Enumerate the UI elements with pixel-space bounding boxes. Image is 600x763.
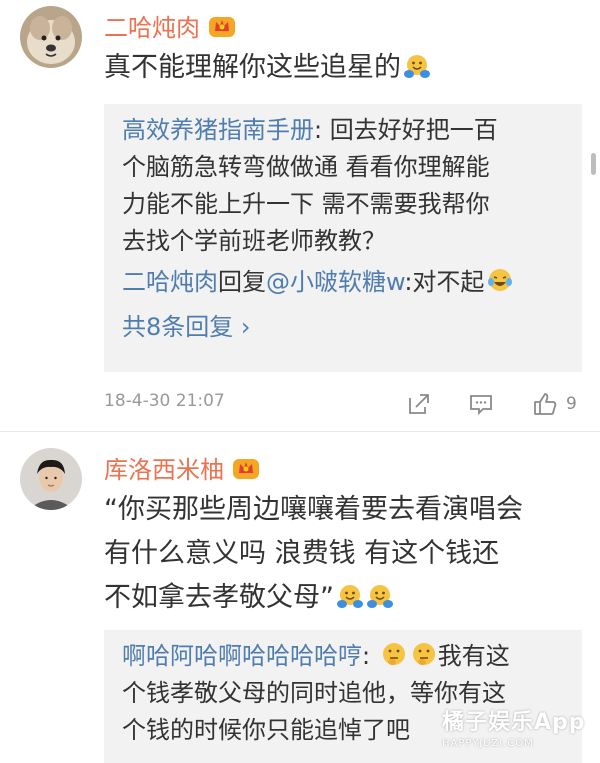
reply-author-link[interactable]: 高效养猪指南手册: [122, 116, 314, 144]
comment-text-line: “你买那些周边嚷嚷着要去看演唱会: [104, 494, 523, 525]
reply-author-link[interactable]: 啊哈阿哈啊哈哈哈哈哼: [122, 642, 362, 670]
more-replies-link[interactable]: 共8条回复 ›: [122, 307, 566, 342]
person-avatar-icon: [20, 448, 82, 510]
thinking-emoji: [410, 640, 438, 668]
comment-text: “你买那些周边嚷嚷着要去看演唱会 有什么意义吗 浪费钱 有这个钱还 不如拿去孝敬…: [104, 488, 584, 620]
comment-meta: 18-4-30 21:07 9: [104, 389, 582, 419]
avatar[interactable]: [20, 6, 82, 68]
vip-crown-icon: [208, 13, 236, 39]
comment-icon: [470, 395, 492, 416]
username[interactable]: 库洛西米柚: [104, 450, 260, 485]
laughing-crying-emoji: [486, 266, 514, 294]
reply-author-link[interactable]: 二哈炖肉: [122, 268, 218, 296]
scrollbar[interactable]: [591, 153, 596, 175]
watermark-title: 橘子娱乐App: [442, 710, 586, 735]
comment-text-line: 有什么意义吗 浪费钱 有这个钱还: [104, 538, 500, 569]
dog-avatar-icon: [20, 6, 82, 68]
like-count: 9: [566, 394, 577, 414]
reply-content: 高效养猪指南手册: 回去好好把一百 个脑筋急转弯做做通 看看你理解能 力能不能上…: [122, 112, 566, 260]
thinking-emoji: [380, 640, 408, 668]
hugging-emoji: [366, 580, 394, 608]
reply-text-line: 个脑筋急转弯做做通 看看你理解能: [122, 153, 490, 181]
reply-text-line: 个钱的时候你只能追悼了吧: [122, 716, 410, 744]
nested-reply: 二哈炖肉回复@小啵软糖w:对不起: [122, 264, 566, 301]
hugging-emoji: [403, 50, 431, 78]
comment-text-line: 不如拿去孝敬父母”: [104, 582, 334, 613]
reply-target-link[interactable]: @小啵软糖w: [266, 268, 404, 296]
reply-text-line: 去找个学前班老师教教？: [122, 227, 386, 255]
reply-text-line: : 回去好好把一百: [314, 116, 498, 144]
username-text[interactable]: 二哈炖肉: [104, 8, 200, 43]
comment-text: 真不能理解你这些追星的: [104, 46, 584, 90]
watermark: 橘子娱乐App HAPPYJUZI.COM: [442, 704, 592, 760]
reply-verb: 回复: [218, 268, 266, 296]
timestamp: 18-4-30 21:07: [104, 391, 225, 411]
reply-text-line: 力能不能上升一下 需不需要我帮你: [122, 190, 490, 218]
comment-button[interactable]: [468, 389, 494, 419]
comment-text-content: 真不能理解你这些追星的: [104, 52, 401, 83]
comment-item: 二哈炖肉 真不能理解你这些追星的 高效养猪指南手册: 回去好好把一百 个脑筋急转…: [0, 0, 600, 430]
like-button[interactable]: 9: [532, 389, 577, 419]
reply-box[interactable]: 高效养猪指南手册: 回去好好把一百 个脑筋急转弯做做通 看看你理解能 力能不能上…: [104, 104, 582, 372]
reply-text-line: 个钱孝敬父母的同时追他，等你有这: [122, 679, 506, 707]
share-button[interactable]: [406, 389, 432, 419]
like-icon: [534, 393, 557, 415]
reply-text: :对不起: [404, 268, 485, 296]
username[interactable]: 二哈炖肉: [104, 8, 236, 43]
vip-crown-icon: [232, 455, 260, 481]
hugging-emoji: [336, 580, 364, 608]
share-icon: [409, 394, 429, 414]
reply-text-line: 我有这: [437, 642, 510, 670]
watermark-subtitle: HAPPYJUZI.COM: [442, 738, 534, 749]
avatar[interactable]: [20, 448, 82, 510]
username-text[interactable]: 库洛西米柚: [104, 450, 224, 485]
reply-text-line: :: [362, 642, 378, 670]
